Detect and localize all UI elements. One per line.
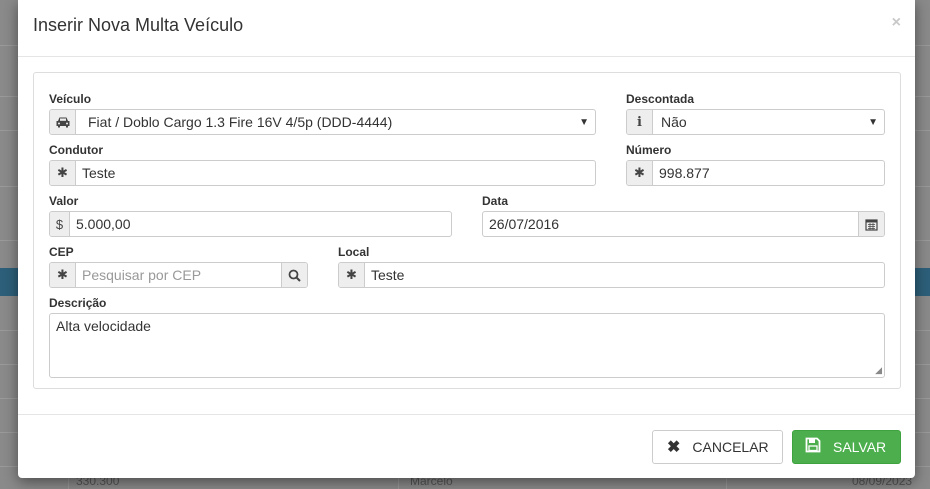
valor-input[interactable]: 5.000,00 (70, 212, 451, 236)
resize-handle-icon[interactable]: ◢ (875, 365, 882, 376)
cancel-button[interactable]: ✖ CANCELAR (652, 430, 783, 464)
numero-input[interactable]: 998.877 (653, 161, 884, 185)
cep-label: CEP (49, 245, 74, 259)
car-icon (50, 110, 76, 134)
descontada-select[interactable]: i Não ▼ (626, 109, 885, 135)
veiculo-value: Fiat / Doblo Cargo 1.3 Fire 16V 4/5p (DD… (88, 114, 393, 130)
descricao-textarea[interactable]: Alta velocidade ◢ (49, 313, 885, 378)
info-icon: i (627, 110, 653, 134)
veiculo-label: Veículo (49, 92, 92, 106)
descricao-value: Alta velocidade (56, 318, 151, 334)
cancel-label: CANCELAR (692, 439, 769, 455)
chevron-down-icon: ▼ (579, 116, 589, 128)
insert-fine-modal: Inserir Nova Multa Veículo × Veículo Fia… (18, 0, 915, 478)
condutor-field[interactable]: ✱ Teste (49, 160, 596, 186)
descontada-label: Descontada (626, 92, 695, 106)
close-button[interactable]: × (892, 14, 901, 32)
floppy-disk-icon (805, 437, 821, 458)
descontada-value: Não (661, 114, 687, 130)
asterisk-icon: ✱ (50, 263, 76, 287)
data-field[interactable]: 26/07/2016 (482, 211, 885, 237)
data-label: Data (482, 194, 509, 208)
chevron-down-icon: ▼ (868, 116, 878, 128)
close-icon: ✖ (667, 439, 681, 456)
valor-label: Valor (49, 194, 79, 208)
asterisk-icon: ✱ (50, 161, 76, 185)
modal-title: Inserir Nova Multa Veículo (33, 15, 244, 35)
save-label: SALVAR (833, 439, 887, 455)
modal-header: Inserir Nova Multa Veículo × (18, 0, 915, 57)
local-label: Local (338, 245, 370, 259)
condutor-label: Condutor (49, 143, 103, 157)
descricao-label: Descrição (49, 296, 107, 310)
data-input[interactable]: 26/07/2016 (483, 212, 858, 236)
cep-input[interactable]: Pesquisar por CEP (76, 263, 281, 287)
veiculo-select[interactable]: Fiat / Doblo Cargo 1.3 Fire 16V 4/5p (DD… (49, 109, 596, 135)
cep-field[interactable]: ✱ Pesquisar por CEP (49, 262, 308, 288)
dollar-icon: $ (50, 212, 70, 236)
valor-field[interactable]: $ 5.000,00 (49, 211, 452, 237)
footer-divider (18, 414, 915, 415)
local-field[interactable]: ✱ Teste (338, 262, 885, 288)
asterisk-icon: ✱ (627, 161, 653, 185)
calendar-icon[interactable] (858, 212, 884, 236)
search-icon[interactable] (281, 263, 307, 287)
save-button[interactable]: SALVAR (792, 430, 901, 464)
local-input[interactable]: Teste (365, 263, 884, 287)
form-panel: Veículo Fiat / Doblo Cargo 1.3 Fire 16V … (33, 72, 901, 389)
condutor-input[interactable]: Teste (76, 161, 595, 185)
numero-field[interactable]: ✱ 998.877 (626, 160, 885, 186)
numero-label: Número (626, 143, 672, 157)
asterisk-icon: ✱ (339, 263, 365, 287)
